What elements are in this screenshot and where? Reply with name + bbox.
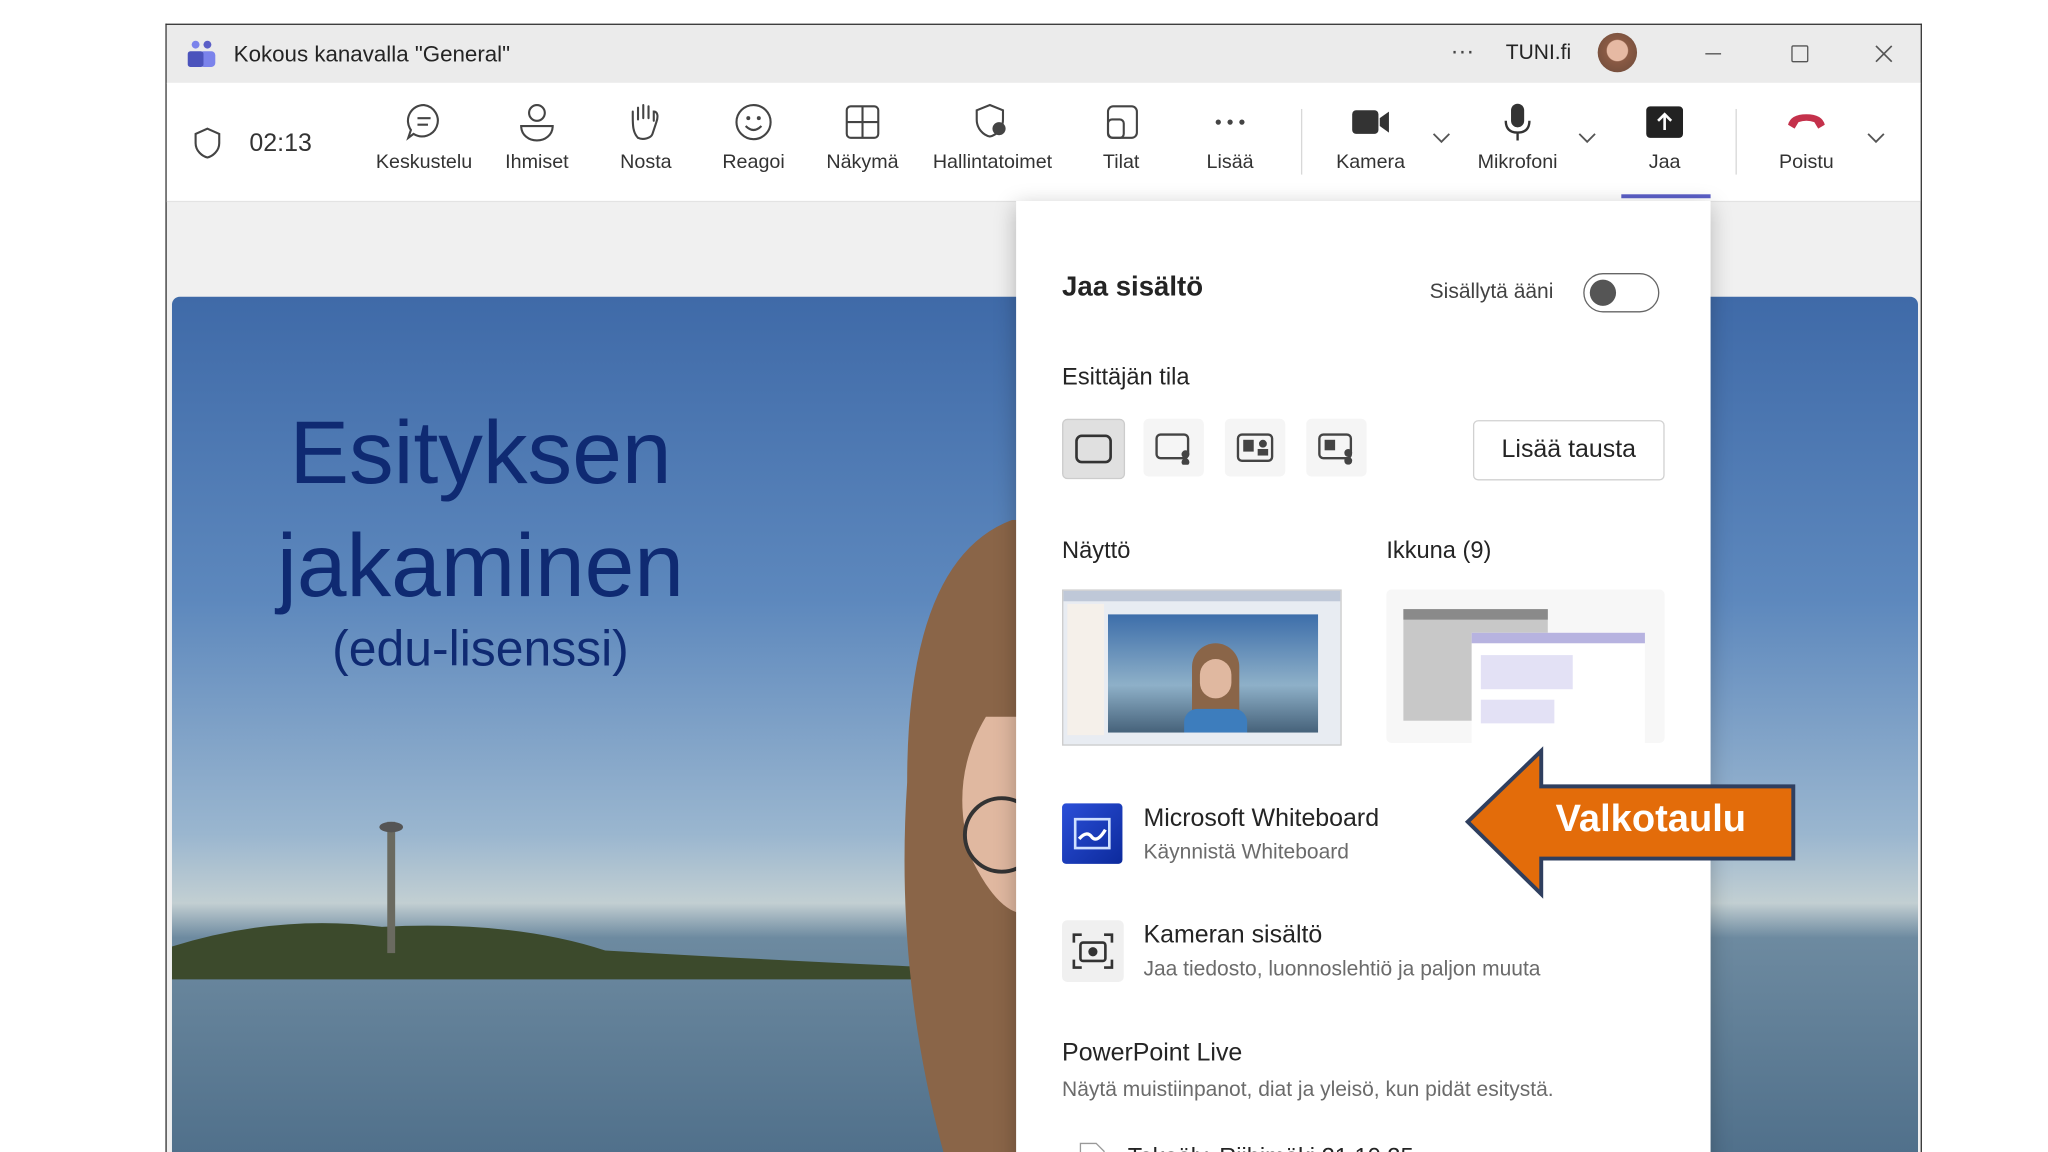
raise-hand-label: Nosta: [620, 150, 672, 174]
rooms-label: Tilat: [1102, 150, 1140, 174]
leave-label: Poistu: [1779, 150, 1834, 174]
slide-subtitle: (edu-lisenssi): [332, 622, 629, 678]
minimize-icon[interactable]: [1703, 43, 1724, 64]
mic-icon: [1504, 103, 1531, 141]
close-icon[interactable]: [1873, 43, 1894, 64]
org-label[interactable]: TUNI.fi: [1506, 42, 1571, 66]
react-icon: [735, 103, 772, 141]
presenter-image: [904, 519, 1026, 1152]
slide-title-line2: jakaminen: [277, 515, 684, 616]
slide-title-line1: Esityksen: [289, 403, 672, 503]
window-heading: Ikkuna (9): [1386, 536, 1492, 564]
whiteboard-title[interactable]: Microsoft Whiteboard: [1143, 805, 1379, 834]
mode-content-only[interactable]: [1062, 418, 1126, 480]
title-bar: Kokous kanavalla "General" ··· TUNI.fi: [166, 24, 1921, 85]
callout-label: Valkotaulu: [1555, 798, 1747, 841]
leave-options-chevron-icon[interactable]: [1865, 127, 1886, 148]
people-label: Ihmiset: [505, 150, 569, 174]
toolbar-divider: [1735, 108, 1737, 175]
powerpoint-live-heading: PowerPoint Live: [1062, 1039, 1243, 1068]
microphone-label: Mikrofoni: [1477, 150, 1558, 174]
people-icon: [520, 103, 554, 142]
more-label: Lisää: [1206, 150, 1254, 174]
presenter-mode-heading: Esittäjän tila: [1062, 363, 1190, 390]
react-button[interactable]: Reagoi: [694, 101, 812, 173]
people-button[interactable]: Ihmiset: [478, 101, 596, 173]
camera-label: Kamera: [1336, 150, 1406, 174]
raise-hand-icon: [631, 103, 659, 140]
mode-standout[interactable]: [1143, 418, 1204, 477]
camera-button[interactable]: Kamera: [1311, 101, 1429, 173]
controls-icon: [975, 103, 1006, 138]
camera-content-title[interactable]: Kameran sisältö: [1143, 922, 1322, 951]
more-icon: [1215, 119, 1245, 125]
avatar[interactable]: [1597, 32, 1638, 73]
raise-hand-button[interactable]: Nosta: [587, 101, 705, 173]
view-button[interactable]: Näkymä: [803, 101, 921, 173]
standout-icon: [1155, 433, 1190, 467]
share-icon: [1646, 106, 1684, 138]
hangup-icon: [1788, 114, 1825, 129]
powerpoint-live-subtitle: Näytä muistiinpanot, diat ja yleisö, kun…: [1062, 1079, 1554, 1102]
whiteboard-subtitle: Käynnistä Whiteboard: [1143, 841, 1349, 864]
chat-button[interactable]: Keskustelu: [365, 101, 483, 173]
camera-content-icon[interactable]: [1062, 920, 1124, 982]
mode-reporter[interactable]: [1306, 418, 1367, 477]
powerpoint-file-icon: [1079, 1142, 1105, 1152]
chat-icon: [406, 103, 439, 141]
include-audio-label: Sisällytä ääni: [1429, 280, 1554, 304]
content-only-icon: [1075, 434, 1112, 464]
controls-button[interactable]: Hallintatoimet: [920, 101, 1064, 173]
view-label: Näkymä: [826, 150, 899, 174]
rooms-icon: [1106, 105, 1138, 139]
shield-icon: [194, 127, 221, 159]
meeting-timer: 02:13: [249, 129, 312, 158]
share-button[interactable]: Jaa: [1606, 101, 1724, 173]
share-label: Jaa: [1648, 150, 1681, 174]
teams-meeting-window: Kokous kanavalla "General" ··· TUNI.fi 0…: [165, 23, 1922, 1152]
share-content-panel: Jaa sisältö Sisällytä ääni Esittäjän til…: [1016, 200, 1711, 1152]
controls-label: Hallintatoimet: [932, 150, 1053, 174]
mode-side-by-side[interactable]: [1224, 418, 1286, 477]
more-button[interactable]: Lisää: [1171, 101, 1289, 173]
screen-thumbnail[interactable]: [1062, 589, 1342, 746]
chat-label: Keskustelu: [375, 150, 473, 174]
maximize-icon[interactable]: [1789, 43, 1810, 64]
camera-options-chevron-icon[interactable]: [1431, 127, 1452, 148]
microphone-button[interactable]: Mikrofoni: [1459, 101, 1577, 173]
toolbar-divider: [1300, 108, 1303, 175]
leave-button[interactable]: Poistu: [1747, 101, 1865, 173]
camera-content-subtitle: Jaa tiedosto, luonnoslehtiö ja paljon mu…: [1143, 958, 1541, 981]
include-audio-toggle[interactable]: [1583, 273, 1660, 313]
mic-options-chevron-icon[interactable]: [1577, 127, 1598, 148]
window-title: Kokous kanavalla "General": [233, 42, 511, 67]
side-by-side-icon: [1236, 433, 1274, 462]
window-thumbnail[interactable]: [1386, 589, 1665, 744]
view-icon: [845, 105, 880, 139]
panel-title: Jaa sisältö: [1062, 271, 1204, 302]
teams-logo-icon: [187, 40, 216, 67]
reporter-icon: [1318, 433, 1353, 465]
react-label: Reagoi: [722, 150, 785, 174]
more-options-button[interactable]: ···: [1451, 38, 1475, 66]
rooms-button[interactable]: Tilat: [1062, 101, 1180, 173]
whiteboard-app-icon[interactable]: [1062, 803, 1123, 864]
screen-heading: Näyttö: [1062, 536, 1131, 564]
meeting-toolbar: 02:13 Keskustelu Ihmiset Nosta Reagoi Nä…: [166, 82, 1921, 203]
powerpoint-file-item[interactable]: Tekoäly, Riihimäki 21.10.25: [1128, 1143, 1414, 1152]
share-active-indicator: [1621, 194, 1711, 199]
camera-icon: [1352, 110, 1389, 134]
add-background-button[interactable]: Lisää tausta: [1472, 420, 1665, 481]
